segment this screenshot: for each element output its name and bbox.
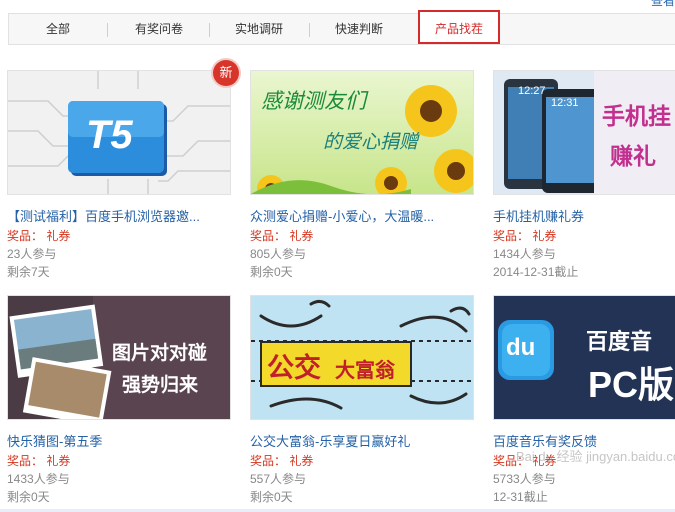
- promo-text-2: 大富翁: [335, 360, 395, 382]
- card-prize: 奖品： 礼券: [7, 454, 71, 468]
- card-remaining: 剩余0天: [250, 490, 293, 504]
- card-thumbnail[interactable]: 感谢测友们 的爱心捐赠: [250, 70, 474, 195]
- tab-divider: [107, 23, 108, 37]
- card-remaining: 剩余0天: [7, 490, 50, 504]
- card-title[interactable]: 公交大富翁-乐享夏日赢好礼: [250, 431, 480, 450]
- promo-text-2: PC版: [588, 364, 675, 405]
- tab-product-bugs[interactable]: 产品找茬: [418, 10, 500, 44]
- card-title[interactable]: 【测试福利】百度手机浏览器邀...: [7, 206, 237, 225]
- card-prize: 奖品： 礼券: [7, 229, 71, 243]
- card-title[interactable]: 手机挂机赚礼券: [493, 206, 675, 225]
- card-participants: 1433人参与: [7, 472, 70, 486]
- view-more-link[interactable]: 查看: [651, 0, 675, 9]
- card-participants: 23人参与: [7, 247, 57, 261]
- promo-text-1: 公交: [267, 353, 321, 383]
- promo-text-1: 百度音: [586, 329, 653, 354]
- promo-text-1: 手机挂: [602, 103, 671, 129]
- tab-survey[interactable]: 有奖问卷: [109, 14, 209, 44]
- card-remaining: 剩余7天: [7, 265, 50, 279]
- card-remaining: 2014-12-31截止: [493, 265, 579, 279]
- promo-text-2: 强势归来: [122, 375, 199, 396]
- card-prize: 奖品： 礼券: [493, 229, 557, 243]
- tab-field-research[interactable]: 实地调研: [209, 14, 309, 44]
- card-prize: 奖品： 礼券: [250, 229, 314, 243]
- card-title[interactable]: 众测爱心捐赠-小爱心，大温暖...: [250, 206, 480, 225]
- card-participants: 805人参与: [250, 247, 307, 261]
- card-thumbnail[interactable]: 12:27 12:31 手机挂 赚礼: [493, 70, 675, 195]
- t5-logo-text: T5: [86, 113, 133, 157]
- tab-bar: 全部 有奖问卷 实地调研 快速判断 产品找茬: [8, 10, 675, 45]
- card-remaining: 剩余0天: [250, 265, 293, 279]
- donation-text: 的爱心捐赠: [323, 131, 419, 153]
- card-prize: 奖品： 礼券: [250, 454, 314, 468]
- music-logo-text: du: [506, 334, 536, 361]
- card-participants: 5733人参与: [493, 472, 556, 486]
- card-title[interactable]: 快乐猜图-第五季: [7, 431, 237, 450]
- card-thumbnail[interactable]: du 百度音 PC版: [493, 295, 675, 420]
- phone-clock-2: 12:31: [551, 97, 579, 109]
- promo-text-1: 图片对对碰: [112, 343, 208, 364]
- phone-clock-1: 12:27: [518, 85, 546, 97]
- thanks-text: 感谢测友们: [261, 89, 366, 113]
- tab-quick-judge[interactable]: 快速判断: [309, 14, 409, 44]
- card-remaining: 12-31截止: [493, 490, 548, 504]
- card-thumbnail[interactable]: 图片对对碰 强势归来: [7, 295, 231, 420]
- card-thumbnail[interactable]: 公交 大富翁: [250, 295, 474, 420]
- new-badge: 新: [213, 60, 239, 86]
- promo-text-2: 赚礼: [610, 143, 656, 169]
- watermark: Bai du 经验 jingyan.baidu.com: [516, 449, 675, 464]
- card-participants: 1434人参与: [493, 247, 556, 261]
- card-participants: 557人参与: [250, 472, 307, 486]
- top-strip: [0, 0, 675, 8]
- card-thumbnail[interactable]: T5: [7, 70, 231, 195]
- tab-all[interactable]: 全部: [9, 14, 107, 44]
